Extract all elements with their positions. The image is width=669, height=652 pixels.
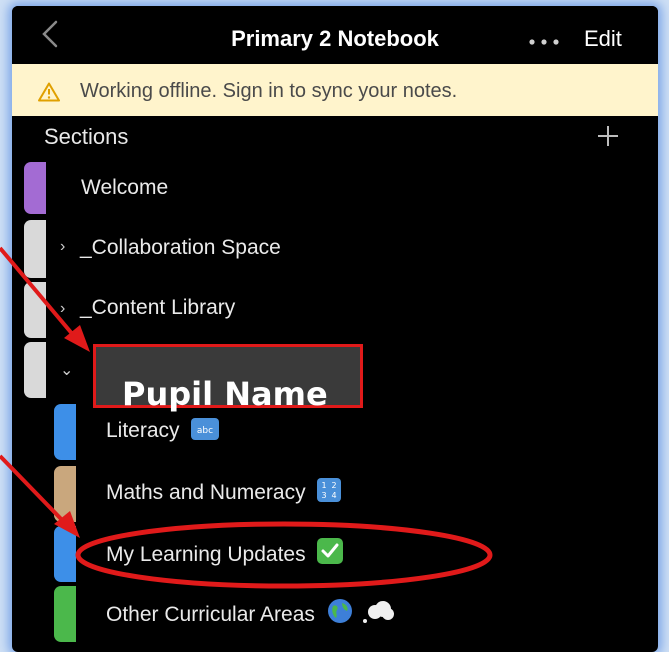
section-item-content-library[interactable]: _Content Library	[80, 296, 235, 320]
sections-heading: Sections	[44, 124, 129, 149]
warning-icon	[38, 82, 60, 102]
section-tab-pupil-group	[24, 342, 46, 398]
section-label: My Learning Updates	[106, 543, 306, 566]
plus-icon[interactable]	[596, 124, 620, 148]
thought-bubble-icon	[362, 601, 394, 623]
offline-message: Working offline. Sign in to sync your no…	[80, 80, 458, 102]
section-item-my-learning-updates[interactable]: My Learning Updates	[106, 538, 344, 567]
section-label: Literacy	[106, 419, 180, 442]
section-tab-learning-updates	[54, 526, 76, 582]
svg-text:1: 1	[322, 481, 327, 490]
section-tab-maths	[54, 466, 76, 522]
callout-text: Pupil Name	[122, 375, 328, 413]
globe-icon	[327, 599, 352, 623]
section-tab-content-library	[24, 282, 46, 338]
chevron-down-icon[interactable]: ⌄	[60, 360, 73, 380]
numbers-emoji-icon: 1 2 3 4	[317, 478, 342, 502]
section-tab-welcome	[24, 162, 46, 214]
section-tab-collaboration	[24, 220, 46, 278]
more-dots-icon[interactable]	[528, 38, 564, 46]
section-item-welcome[interactable]: Welcome	[81, 176, 168, 200]
section-item-collaboration-space[interactable]: _Collaboration Space	[80, 236, 281, 260]
section-label: _Collaboration Space	[80, 236, 281, 259]
section-label: Welcome	[81, 176, 169, 199]
svg-text:3: 3	[322, 491, 327, 500]
svg-text:4: 4	[332, 491, 337, 500]
svg-text:2: 2	[332, 481, 337, 490]
notebook-panel: Primary 2 Notebook Edit Working offline.…	[12, 6, 658, 652]
section-label: _Content Library	[80, 296, 236, 319]
section-item-maths-and-numeracy[interactable]: Maths and Numeracy 1 2 3 4	[106, 478, 342, 505]
pupil-name-callout: Pupil Name	[93, 344, 363, 413]
section-item-other-curricular-areas[interactable]: Other Curricular Areas	[106, 598, 395, 627]
abc-emoji-icon: abc	[191, 418, 220, 440]
section-tab-other-curricular	[54, 586, 76, 642]
section-label: Maths and Numeracy	[106, 481, 306, 504]
check-mark-icon	[317, 538, 344, 564]
offline-banner[interactable]: Working offline. Sign in to sync your no…	[12, 64, 658, 116]
chevron-right-icon[interactable]: ›	[60, 300, 65, 318]
section-item-literacy[interactable]: Literacy abc	[106, 418, 220, 443]
svg-text:abc: abc	[197, 426, 213, 436]
edit-button[interactable]: Edit	[584, 26, 622, 52]
section-label: Other Curricular Areas	[106, 603, 315, 626]
top-bar: Primary 2 Notebook Edit	[12, 6, 658, 64]
chevron-right-icon[interactable]: ›	[60, 238, 65, 256]
section-tab-literacy	[54, 404, 76, 460]
